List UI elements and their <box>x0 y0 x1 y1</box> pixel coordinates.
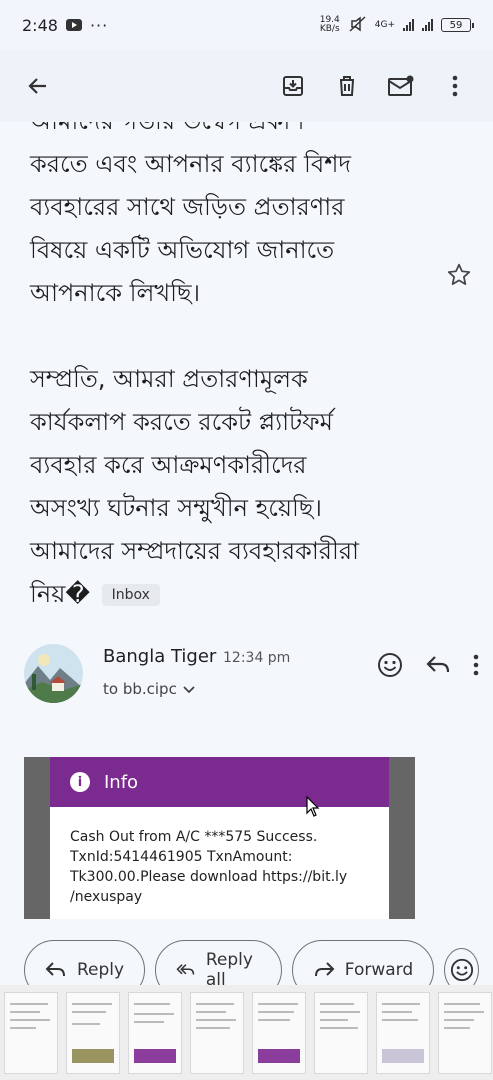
reply-all-icon <box>176 964 195 975</box>
body-line: বিষয়ে একটি অভিযোগ জানাতে <box>30 236 335 264</box>
screenshot-thumbnail[interactable] <box>66 991 120 1074</box>
reply-label: Reply <box>77 960 125 980</box>
screenshot-thumbnail[interactable] <box>4 991 58 1074</box>
youtube-icon <box>65 16 82 35</box>
network-type: 4G+ <box>374 20 395 30</box>
chevron-down-icon <box>183 680 195 698</box>
sender-name: Bangla Tiger <box>103 646 217 667</box>
screenshot-thumbnail[interactable] <box>128 991 182 1074</box>
battery-level: 59 <box>449 19 463 31</box>
screenshot-thumbnail[interactable] <box>438 991 492 1074</box>
info-header-label: Info <box>104 771 139 793</box>
thumbnail-strip <box>0 985 493 1080</box>
mouse-cursor-icon <box>306 795 320 822</box>
screenshot-thumbnail[interactable] <box>190 991 244 1074</box>
body-line: ব্যবহার করে আক্রমণকারীদের <box>30 451 307 479</box>
add-reaction-icon[interactable] <box>377 652 403 682</box>
archive-icon[interactable] <box>273 66 313 106</box>
more-dots-icon: ··· <box>89 15 109 35</box>
recipient-text: to bb.cipc <box>103 680 177 698</box>
mute-icon <box>349 15 367 35</box>
more-vert-icon[interactable] <box>473 654 479 680</box>
screenshot-thumbnail[interactable] <box>376 991 430 1074</box>
body-line: আমাদের সম্প্রদায়ের ব্যবহারকারীরা <box>30 537 360 565</box>
net-speed: 19.4 KB/s <box>319 15 340 34</box>
paragraph-1: আমাদের গভীর উদ্বেগ প্রকাশ করতে এবং আপনার… <box>30 100 450 315</box>
body-line: করতে এবং আপনার ব্যাঙ্কের বিশদ <box>30 150 352 178</box>
recipient-details-toggle[interactable]: to bb.cipc <box>103 680 195 698</box>
reply-all-label: Reply all <box>205 950 253 990</box>
sender-row: Bangla Tiger 12:34 pm to bb.cipc <box>24 642 479 706</box>
info-icon: i <box>70 772 90 792</box>
smiley-icon <box>450 958 473 982</box>
sender-time: 12:34 pm <box>223 650 291 666</box>
attached-image[interactable]: i Info Cash Out from A/C ***575 Success.… <box>24 757 415 919</box>
screenshot-thumbnail[interactable] <box>252 991 306 1074</box>
forward-icon <box>314 962 335 977</box>
message-body: আমাদের গভীর উদ্বেগ প্রকাশ করতে এবং আপনার… <box>30 100 450 659</box>
status-time: 2:48 <box>22 15 58 35</box>
signal-icon-1 <box>403 19 414 31</box>
mail-unread-icon[interactable] <box>381 66 421 106</box>
more-vert-icon[interactable] <box>435 66 475 106</box>
forward-label: Forward <box>344 960 414 980</box>
body-line: আপনাকে লিখছি। <box>30 279 201 307</box>
arrow-back-icon[interactable] <box>18 66 58 106</box>
body-line: ব্যবহারের সাথে জড়িত প্রতারণার <box>30 193 345 221</box>
sms-screenshot: i Info Cash Out from A/C ***575 Success.… <box>50 757 389 919</box>
body-line: সম্প্রতি, আমরা প্রতারণামূলক <box>30 365 308 393</box>
app-bar <box>0 50 493 122</box>
trash-icon[interactable] <box>327 66 367 106</box>
body-line: অসংখ্য ঘটনার সম্মুখীন হয়েছি। <box>30 494 322 522</box>
body-line: নিয়� <box>30 580 90 608</box>
reply-icon <box>45 962 65 977</box>
battery-icon: 59 <box>441 18 474 32</box>
star-icon[interactable] <box>446 262 472 292</box>
avatar[interactable] <box>24 644 83 703</box>
reply-icon[interactable] <box>425 654 451 680</box>
sms-text: Cash Out from A/C ***575 Success. TxnId:… <box>70 829 348 905</box>
info-header: i Info <box>50 757 389 807</box>
signal-icon-2 <box>422 19 433 31</box>
body-line: কার্যকলাপ করতে রকেট প্ল্যাটফর্ম <box>30 408 333 436</box>
paragraph-2: সম্প্রতি, আমরা প্রতারণামূলক কার্যকলাপ কর… <box>30 358 450 616</box>
inbox-label-chip[interactable]: Inbox <box>101 584 160 606</box>
status-bar: 2:48 ··· 19.4 KB/s 4G+ 59 <box>0 0 493 50</box>
screenshot-thumbnail[interactable] <box>314 991 368 1074</box>
